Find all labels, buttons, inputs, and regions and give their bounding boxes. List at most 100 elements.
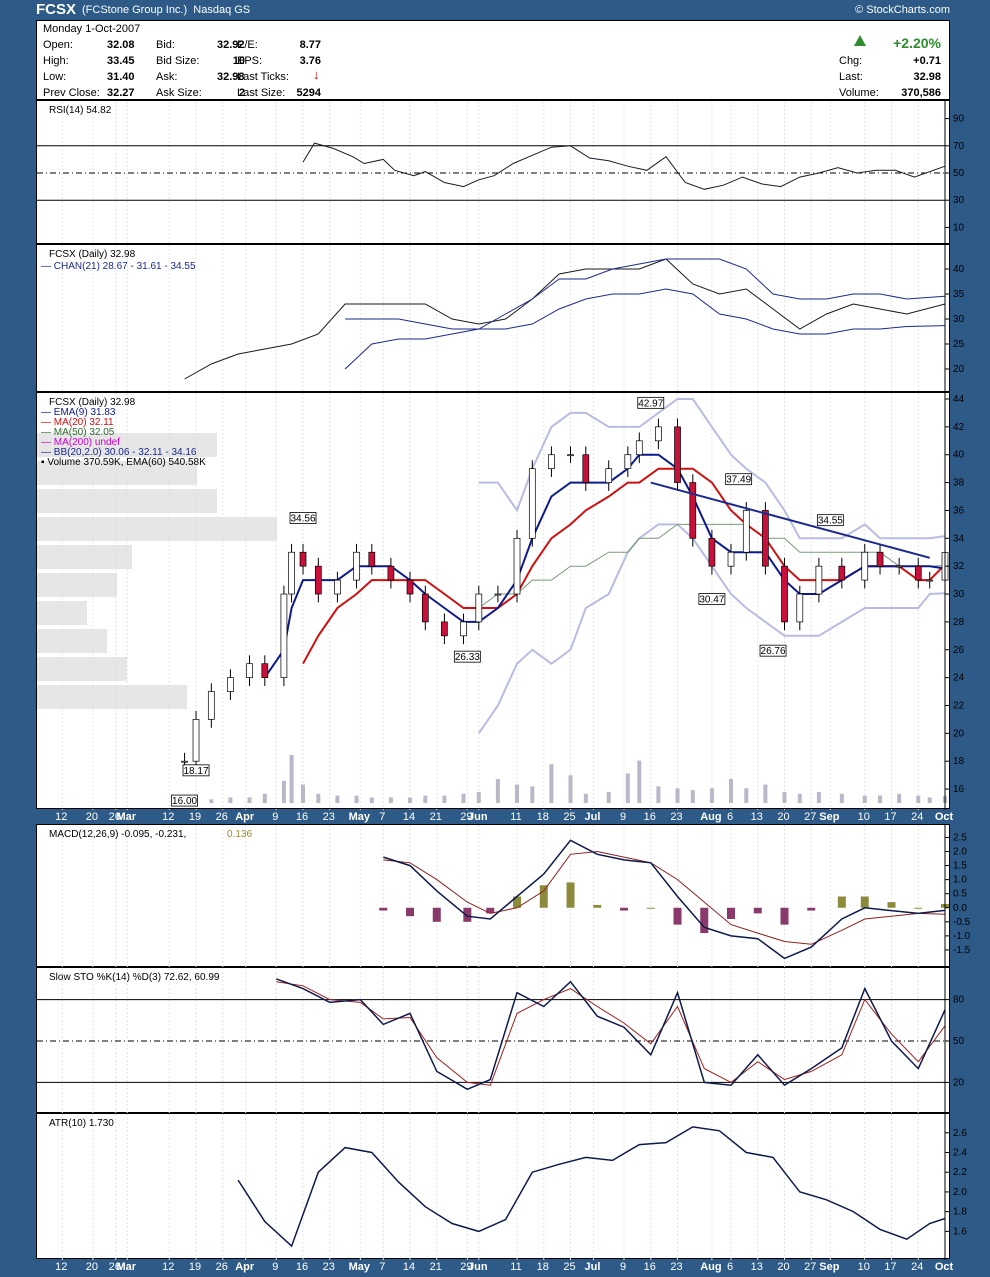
sto-tick-label: 80	[953, 995, 965, 1006]
candle-body	[288, 551, 295, 595]
macd-histogram-bar	[837, 896, 846, 908]
volume-bar	[316, 793, 321, 803]
candle-body	[876, 551, 884, 567]
candle-body	[192, 719, 200, 762]
rsi-tick-label: 70	[953, 141, 965, 152]
rsi-tick-label: 30	[953, 195, 965, 206]
macd-tick-label: 2.0	[953, 847, 967, 858]
down-arrow-icon: ↓	[313, 67, 320, 82]
sto-k-line	[276, 978, 946, 1091]
x-axis-label: 14	[402, 811, 416, 823]
volume-bar	[228, 797, 233, 803]
volume-bar	[816, 791, 821, 803]
x-axis-label: May	[348, 811, 371, 823]
x-axis-label: 9	[619, 811, 627, 823]
company-name: (FCStone Group Inc.) Nasdaq GS	[82, 4, 251, 16]
candle-body	[815, 565, 823, 595]
x-axis-label: Aug	[700, 1261, 722, 1273]
x-axis-label: 21	[429, 1261, 442, 1273]
sto-panel: 20 50 80 Slow STO %K(14) %D(3) 72.62, 60.99	[36, 967, 965, 1114]
stockcharts-credit[interactable]: © StockCharts.com	[855, 4, 950, 16]
percent-change: +2.20%	[893, 35, 941, 51]
x-axis-label: Jun	[468, 1261, 488, 1273]
x-axis-label: 23	[322, 1261, 335, 1273]
open-value: 32.08	[107, 39, 135, 51]
macd-tick-label: -1.0	[953, 931, 971, 942]
x-axis-label: 25	[563, 811, 576, 823]
volume-bar	[637, 760, 642, 803]
macd-histogram-bar	[780, 907, 789, 925]
x-axis-label: 25	[563, 1261, 576, 1273]
candle-body	[314, 565, 322, 595]
macd-histogram-bar	[539, 885, 548, 908]
candle-body	[689, 482, 697, 539]
macd-tick-label: 2.5	[953, 832, 967, 843]
macd-tick-label: -0.5	[953, 917, 971, 928]
candle-body	[246, 663, 253, 678]
candle-body	[368, 551, 376, 567]
macd-tick-label: 1.5	[953, 861, 967, 872]
candle-body	[582, 454, 590, 483]
price-panel: 6M5M4M3M2M1M16.0018.1734.5626.3342.9730.…	[36, 392, 965, 810]
volume-bar	[625, 773, 630, 803]
chg-value: +0.71	[913, 55, 941, 67]
volume-by-price-bar	[37, 573, 117, 597]
x-axis-label: 11	[510, 811, 522, 823]
main-tick-label: 20	[953, 728, 965, 739]
candle-body	[567, 454, 574, 457]
price-annotation: 26.33	[455, 652, 480, 663]
main-tick-label: 40	[953, 450, 965, 461]
x-axis-label: Apr	[235, 1261, 255, 1273]
x-axis-label: 13	[750, 811, 763, 823]
volume-bar	[675, 788, 680, 803]
candle-body	[926, 579, 934, 582]
macd-histogram-bar	[914, 907, 923, 909]
volume-bar	[797, 793, 802, 803]
x-axis-label: Sep	[819, 1261, 840, 1273]
prev-close-value: 32.27	[107, 87, 135, 99]
volume-bar	[476, 791, 481, 803]
volume-bar	[744, 788, 749, 803]
volume-bar	[549, 764, 554, 803]
candle-body	[895, 565, 903, 568]
low-label: Low:	[43, 71, 67, 83]
volume-bar	[408, 797, 413, 803]
volume-legend: ▪ Volume 370.59K, EMA(60) 540.58K	[41, 457, 206, 468]
macd-legend: MACD(12,26,9) -0.095, -0.231,	[49, 829, 186, 840]
x-axis-label: 13	[750, 1261, 763, 1273]
x-axis-label: 10	[857, 811, 870, 823]
candle-body	[475, 593, 483, 623]
rsi-chart: 10 30 50 70 90 RSI(14) 54.82	[37, 101, 965, 245]
candle-body	[635, 440, 643, 456]
rsi-panel: 10 30 50 70 90 RSI(14) 54.82	[36, 100, 965, 245]
main-tick-label: 34	[953, 533, 965, 544]
high-label: High:	[43, 55, 69, 67]
x-axis-label: 12	[162, 1261, 175, 1273]
x-axis-label: 7	[379, 1261, 386, 1273]
price-annotation: 37.49	[726, 475, 751, 486]
last-ticks-label: Last Ticks:	[237, 71, 289, 83]
volume-by-price-bar	[37, 657, 127, 681]
macd-tick-label: 0.0	[953, 903, 967, 914]
x-axis-label: 27	[804, 811, 817, 823]
price-annotation: 16.00	[172, 796, 197, 807]
up-triangle-icon	[854, 35, 866, 46]
macd-panel: -1.5 -1.0 -0.5 0.0 0.5 1.0 1.5 2.0 2.5 MACD(12,26…	[36, 824, 971, 968]
volume-bar	[442, 795, 447, 803]
x-axis-label: 17	[884, 811, 897, 823]
x-axis-label: 24	[911, 811, 924, 823]
volume-bar	[495, 779, 500, 803]
last-value: 32.98	[913, 71, 941, 83]
volume-bar	[388, 797, 393, 803]
x-axis-label: Apr	[235, 811, 255, 823]
x-axis-label: May	[348, 1261, 371, 1273]
atr-tick-label: 1.6	[953, 1226, 967, 1237]
atr-chart: 1.6 1.8 2.0 2.2 2.4 2.6 ATR(10) 1.730	[49, 1114, 967, 1260]
volume-bar	[461, 793, 466, 803]
main-tick-label: 42	[953, 422, 965, 433]
candle-body	[299, 551, 307, 567]
volume-bar	[568, 775, 573, 803]
volume-bar	[281, 780, 286, 803]
price-annotation: 26.76	[761, 646, 786, 657]
x-axis-label: 23	[322, 811, 335, 823]
